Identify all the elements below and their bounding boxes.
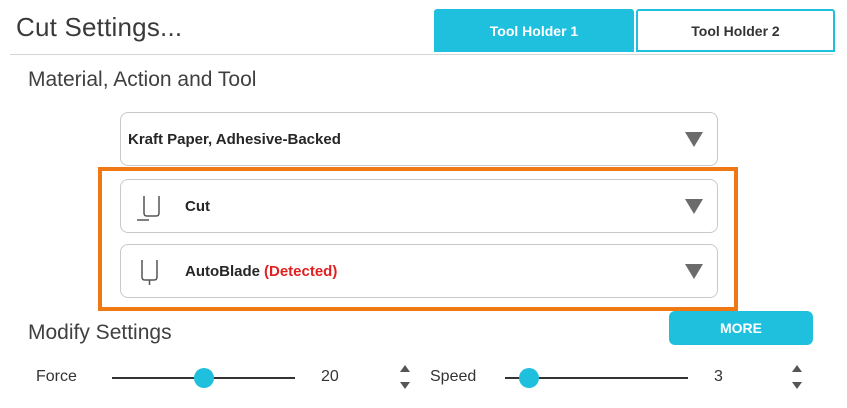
force-label: Force [36, 368, 77, 385]
material-value: Kraft Paper, Adhesive-Backed [128, 130, 341, 148]
tool-detected-status: (Detected) [264, 262, 338, 280]
tool-value: AutoBlade (Detected) [185, 245, 337, 297]
force-value: 20 [321, 368, 339, 385]
speed-label: Speed [430, 368, 477, 385]
material-dropdown[interactable]: Kraft Paper, Adhesive-Backed [120, 112, 718, 166]
chevron-down-icon [685, 132, 703, 147]
action-value: Cut [185, 197, 210, 215]
speed-stepper-icon[interactable] [790, 360, 804, 394]
force-slider-thumb[interactable] [193, 368, 214, 388]
chevron-down-icon [685, 199, 703, 214]
force-stepper-icon[interactable] [398, 360, 412, 394]
tab-tool-holder-1[interactable]: Tool Holder 1 [434, 9, 634, 52]
tool-dropdown[interactable]: AutoBlade (Detected) [120, 244, 718, 298]
autoblade-icon [141, 260, 158, 285]
page-title: Cut Settings... [16, 12, 183, 42]
modify-settings-heading: Modify Settings [28, 321, 172, 344]
tab-tool-holder-2[interactable]: Tool Holder 2 [636, 9, 835, 52]
speed-value: 3 [714, 368, 723, 385]
more-button[interactable]: MORE [669, 311, 813, 345]
tool-name: AutoBlade [185, 262, 260, 280]
cut-action-icon [137, 196, 160, 221]
chevron-down-icon [685, 264, 703, 279]
material-action-tool-heading: Material, Action and Tool [28, 68, 257, 91]
action-dropdown[interactable]: Cut [120, 179, 718, 233]
header-divider [10, 54, 833, 55]
speed-slider-thumb[interactable] [518, 368, 539, 388]
